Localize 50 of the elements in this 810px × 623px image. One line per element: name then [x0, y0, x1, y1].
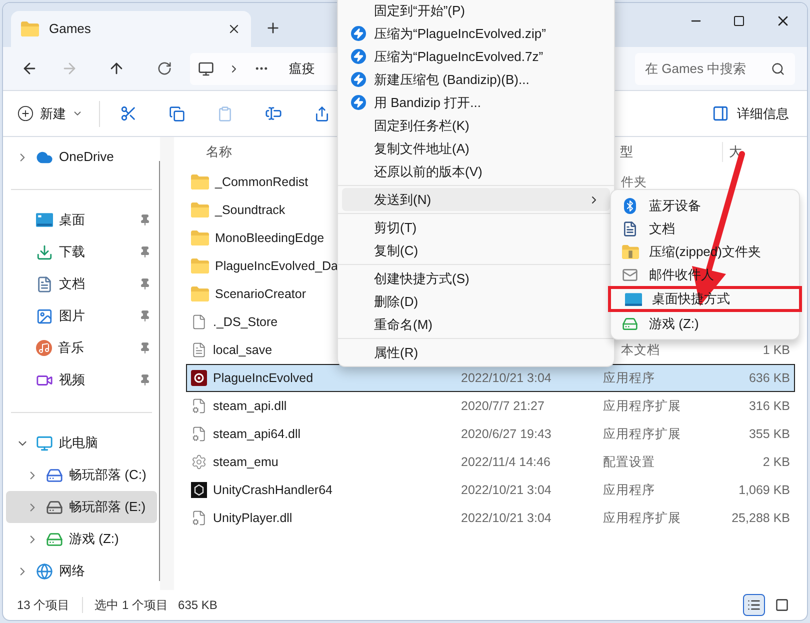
file-size: 1 KB: [762, 342, 790, 357]
file-name: UnityPlayer.dll: [213, 510, 292, 527]
sidebar-label: 桌面: [59, 211, 85, 230]
file-size: 25,288 KB: [732, 510, 790, 525]
sidebar-label: 下载: [59, 243, 85, 262]
selection-size: 635 KB: [178, 597, 218, 614]
sidebar-label: 视频: [59, 371, 85, 390]
modified-date: 2022/10/21 3:04: [461, 510, 552, 525]
file-type: 件夹: [620, 174, 647, 189]
file-type: 应用程序扩展: [603, 510, 681, 525]
sidebar-label: 图片: [59, 307, 85, 326]
sidebar-label: 文档: [59, 275, 85, 294]
item-count: 13 个项目: [17, 597, 70, 614]
file-type: 应用程序: [603, 482, 655, 497]
sidebar-label: 游戏 (Z:): [69, 530, 119, 548]
modified-date: 2022/10/21 3:04: [461, 482, 552, 497]
file-name: PlagueIncEvolved_Da: [215, 258, 338, 275]
modified-date: 2022/11/4 14:46: [461, 454, 550, 469]
file-name: steam_api.dll: [213, 398, 287, 415]
file-name: local_save: [213, 342, 272, 359]
file-name: PlagueIncEvolved: [213, 370, 314, 387]
file-name: _Soundtrack: [215, 202, 286, 219]
file-name: _CommonRedist: [215, 174, 308, 191]
tab-title: Games: [49, 20, 92, 38]
file-name: steam_emu: [213, 454, 278, 471]
selection-count: 选中 1 个项目: [94, 597, 168, 614]
file-size: 636 KB: [748, 370, 790, 385]
file-type: 应用程序: [603, 370, 655, 385]
file-name: UnityCrashHandler64: [213, 482, 333, 499]
file-type: 本文档: [620, 342, 660, 357]
file-type: 应用程序扩展: [603, 398, 681, 413]
file-type: 配置设置: [603, 454, 655, 469]
modified-date: 2020/6/27 19:43: [461, 426, 552, 441]
modified-date: 2022/10/21 3:04: [461, 370, 552, 385]
sidebar-label: 此电脑: [59, 434, 98, 452]
file-name: MonoBleedingEdge: [215, 230, 324, 247]
file-name: steam_api64.dll: [213, 426, 301, 443]
sidebar-label: 音乐: [58, 339, 84, 358]
file-size: 355 KB: [748, 426, 790, 441]
file-name: ._DS_Store: [213, 314, 278, 331]
sidebar-label: OneDrive: [59, 148, 114, 166]
file-name: ScenarioCreator: [215, 286, 306, 303]
file-type: 应用程序扩展: [603, 426, 681, 441]
file-size: 2 KB: [762, 454, 790, 469]
file-size: 316 KB: [748, 398, 790, 413]
sidebar-label: 网络: [59, 562, 85, 580]
modified-date: 2020/7/7 21:27: [461, 398, 544, 413]
file-size: 1,069 KB: [738, 482, 790, 497]
sidebar-label: 畅玩部落 (C:): [69, 466, 146, 484]
sidebar-label: 畅玩部落 (E:): [69, 498, 146, 516]
